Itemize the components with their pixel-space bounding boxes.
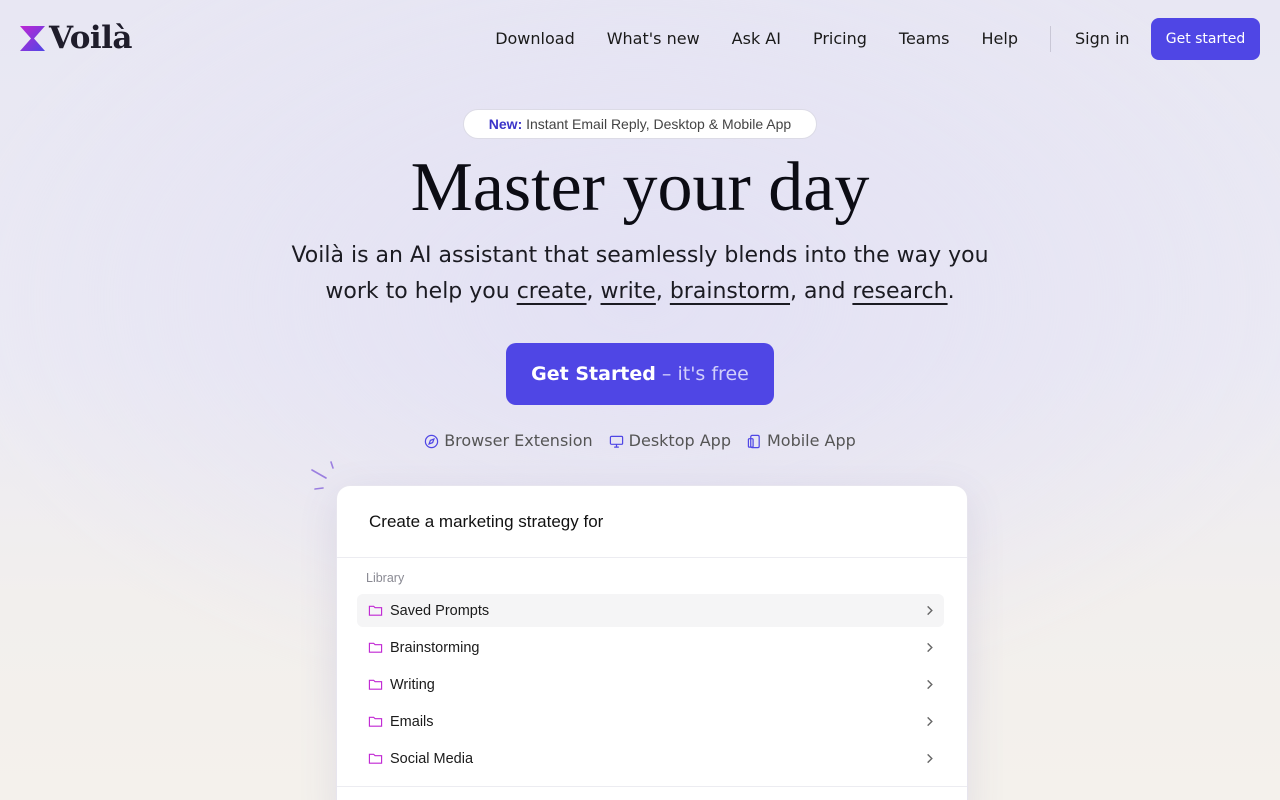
cta-sub-label: – it's free [655,363,749,385]
prompt-input[interactable]: Create a marketing strategy for [337,486,967,558]
library-item-label: Saved Prompts [390,602,490,619]
get-started-button[interactable]: Get started [1151,18,1260,60]
library-item-emails[interactable]: Emails [357,705,944,738]
create-link[interactable]: create [517,279,587,304]
get-started-free-button[interactable]: Get Started – it's free [506,343,774,405]
nav-link-teams[interactable]: Teams [883,28,966,50]
desktop-app-link[interactable]: Desktop App [609,430,731,452]
nav-link-help[interactable]: Help [966,28,1034,50]
platform-label: Desktop App [628,431,731,450]
nav-link-pricing[interactable]: Pricing [797,28,883,50]
sparkle-decoration-icon [311,461,334,490]
voila-logo-icon [20,25,45,51]
library-item-label: Brainstorming [390,639,480,656]
card-divider [337,786,967,787]
pill-text: Instant Email Reply, Desktop & Mobile Ap… [526,116,792,132]
top-nav: Voilà Download What's new Ask AI Pricing… [0,0,1280,78]
subtitle-comma: , [586,279,601,304]
announcement-pill[interactable]: New: Instant Email Reply, Desktop & Mobi… [463,109,817,139]
compass-icon [424,434,439,448]
subtitle-period: . [947,279,955,304]
folder-icon [368,605,383,616]
nav-link-download[interactable]: Download [479,28,591,50]
cta-main-label: Get Started [531,363,656,385]
browser-extension-link[interactable]: Browser Extension [424,430,593,452]
research-link[interactable]: research [852,279,947,304]
library-item-label: Emails [390,713,434,730]
platform-links: Browser Extension Desktop App Mobile App [0,430,1280,452]
library-item-social-media[interactable]: Social Media [357,742,944,775]
subtitle-comma: , [655,279,670,304]
library-item-saved-prompts[interactable]: Saved Prompts [357,594,944,627]
library-item-label: Social Media [390,750,474,767]
brand-name: Voilà [49,20,133,56]
library-list: Saved Prompts Brainstorming Writing Emai… [357,594,944,779]
chevron-right-icon [927,716,933,727]
chevron-right-icon [927,605,933,616]
chevron-right-icon [927,753,933,764]
subtitle-and: , and [790,279,853,304]
prompt-card: Create a marketing strategy for Library … [336,485,968,800]
monitor-icon [609,435,623,448]
folder-icon [368,753,383,764]
library-label: Library [366,571,405,585]
folder-icon [368,679,383,690]
nav-link-whats-new[interactable]: What's new [591,28,716,50]
library-item-brainstorming[interactable]: Brainstorming [357,631,944,664]
page-title: Master your day [410,149,870,226]
logo[interactable]: Voilà [20,20,133,56]
nav-divider [1050,26,1051,52]
platform-label: Browser Extension [444,431,593,450]
chevron-right-icon [927,642,933,653]
subtitle-pre: work to help you [325,279,517,304]
library-item-writing[interactable]: Writing [357,668,944,701]
mobile-app-link[interactable]: Mobile App [747,430,856,452]
hero-subtitle: Voilà is an AI assistant that seamlessly… [260,238,1020,310]
write-link[interactable]: write [601,279,656,304]
nav-links: Download What's new Ask AI Pricing Teams… [479,28,1034,50]
mobile-icon [747,434,760,448]
sign-in-link[interactable]: Sign in [1075,28,1130,50]
platform-label: Mobile App [766,431,856,450]
nav-link-ask-ai[interactable]: Ask AI [716,28,797,50]
chevron-right-icon [927,679,933,690]
folder-icon [368,642,383,653]
folder-icon [368,716,383,727]
subtitle-line-1: Voilà is an AI assistant that seamlessly… [291,243,989,268]
pill-new-label: New: [488,116,523,132]
library-item-label: Writing [390,676,435,693]
brainstorm-link[interactable]: brainstorm [670,279,790,304]
